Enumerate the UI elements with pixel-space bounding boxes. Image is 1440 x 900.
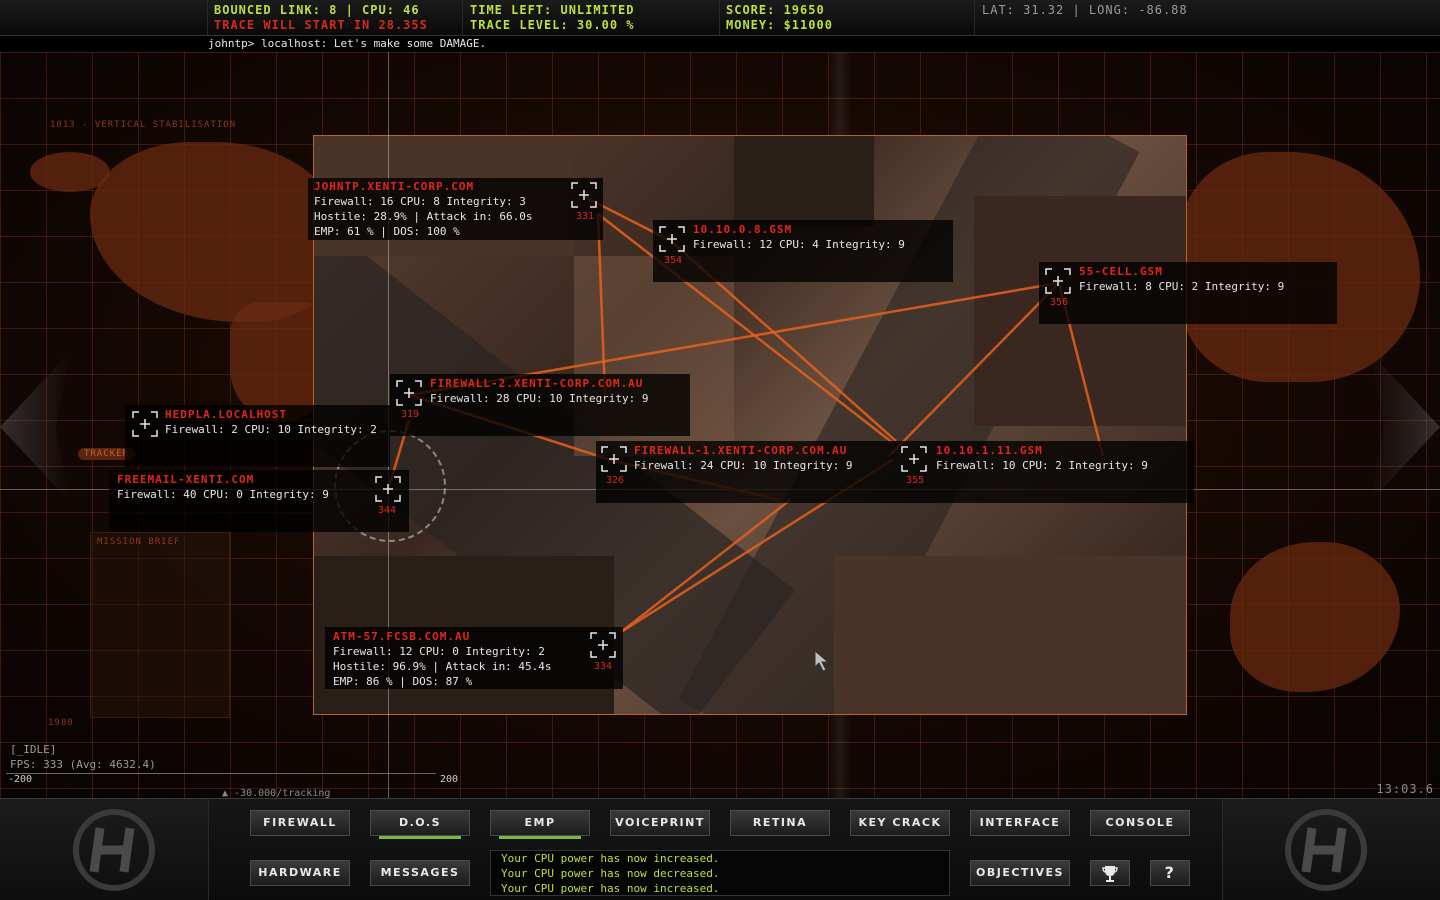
node-johntp[interactable]: JOHNTP.XENTI-CORP.COM Firewall: 16 CPU: … (308, 178, 603, 240)
network-link (620, 499, 791, 633)
target-crosshair-icon[interactable] (659, 226, 685, 252)
target-crosshair-icon[interactable] (396, 380, 422, 406)
network-link (596, 213, 607, 396)
node-firewall-2[interactable]: FIREWALL-2.XENTI-CORP.COM.AU Firewall: 2… (390, 374, 690, 436)
node-firewall-1[interactable]: FIREWALL-1.XENTI-CORP.COM.AU Firewall: 2… (596, 441, 896, 503)
node-hedpla-localhost[interactable]: HEDPLA.LOCALHOST Firewall: 2 CPU: 10 Int… (125, 405, 390, 467)
scale-left-label: -200 (8, 774, 33, 785)
hacker-evolution-logo-icon (73, 809, 155, 891)
objectives-button[interactable]: OBJECTIVES (970, 860, 1070, 886)
trophy-icon (1102, 866, 1118, 882)
node-info: Hostile: 96.9% | Attack in: 45.4s (333, 660, 552, 673)
dos-button[interactable]: D.O.S (370, 810, 470, 839)
message-log: Your CPU power has now increased. Your C… (490, 850, 950, 896)
node-info: Hostile: 28.9% | Attack in: 66.0s (314, 210, 533, 223)
node-info: Firewall: 12 CPU: 0 Integrity: 2 (333, 645, 545, 658)
help-button[interactable]: ? (1150, 860, 1190, 886)
node-info: Firewall: 8 CPU: 2 Integrity: 9 (1079, 280, 1285, 293)
node-title: FIREWALL-2.XENTI-CORP.COM.AU (430, 377, 644, 390)
node-title: FREEMAIL-XENTI.COM (117, 473, 255, 486)
node-info: Firewall: 2 CPU: 10 Integrity: 2 (165, 423, 377, 436)
trophy-button[interactable] (1090, 860, 1130, 886)
target-crosshair-icon[interactable] (375, 476, 401, 502)
idle-status: [_IDLE] (10, 743, 57, 756)
node-number: 334 (594, 661, 613, 672)
node-info: Firewall: 10 CPU: 2 Integrity: 9 (936, 459, 1148, 472)
console-button[interactable]: CONSOLE (1090, 810, 1190, 836)
node-title: 55-CELL.GSM (1079, 265, 1163, 278)
node-title: 10.10.1.11.GSM (936, 444, 1043, 457)
target-crosshair-icon[interactable] (901, 446, 927, 472)
node-number: 331 (576, 211, 595, 222)
node-number: 356 (1050, 297, 1069, 308)
node-number: 319 (401, 409, 420, 420)
node-number: 344 (378, 505, 397, 516)
scale-bar (6, 773, 436, 785)
fps-readout: FPS: 333 (Avg: 4632.4) (10, 758, 156, 771)
target-crosshair-icon[interactable] (571, 182, 597, 208)
game-clock: 13:03.6 (1376, 782, 1434, 796)
node-info: Firewall: 24 CPU: 10 Integrity: 9 (634, 459, 853, 472)
firewall-button[interactable]: FIREWALL (250, 810, 350, 836)
voiceprint-button[interactable]: VOICEPRINT (610, 810, 710, 836)
node-number: 326 (606, 475, 625, 486)
node-title: ATM-57.FCSB.COM.AU (333, 630, 471, 643)
node-number: 355 (906, 475, 925, 486)
node-info: Firewall: 40 CPU: 0 Integrity: 9 (117, 488, 329, 501)
node-number: 354 (664, 255, 683, 266)
interface-button[interactable]: INTERFACE (970, 810, 1070, 836)
node-info: EMP: 61 % | DOS: 100 % (314, 225, 460, 238)
node-55-cell[interactable]: 55-CELL.GSM Firewall: 8 CPU: 2 Integrity… (1039, 262, 1337, 324)
message-line: Your CPU power has now decreased. (501, 867, 720, 880)
node-atm-57[interactable]: ATM-57.FCSB.COM.AU Firewall: 12 CPU: 0 I… (325, 627, 623, 689)
message-line: Your CPU power has now increased. (501, 852, 720, 865)
node-title: 10.10.0.8.GSM (693, 223, 793, 236)
node-title: HEDPLA.LOCALHOST (165, 408, 287, 421)
target-crosshair-icon[interactable] (601, 446, 627, 472)
target-crosshair-icon[interactable] (132, 411, 158, 437)
node-gsm-111[interactable]: 10.10.1.11.GSM Firewall: 10 CPU: 2 Integ… (896, 441, 1194, 503)
node-title: JOHNTP.XENTI-CORP.COM (314, 180, 475, 193)
node-info: Firewall: 12 CPU: 4 Integrity: 9 (693, 238, 905, 251)
node-info: Firewall: 28 CPU: 10 Integrity: 9 (430, 392, 649, 405)
node-info: EMP: 86 % | DOS: 87 % (333, 675, 473, 688)
node-info: Firewall: 16 CPU: 8 Integrity: 3 (314, 195, 526, 208)
node-title: FIREWALL-1.XENTI-CORP.COM.AU (634, 444, 848, 457)
node-freemail[interactable]: FREEMAIL-XENTI.COM Firewall: 40 CPU: 0 I… (109, 470, 409, 532)
hacker-evolution-logo-icon (1285, 809, 1367, 891)
message-line: Your CPU power has now increased. (501, 882, 720, 895)
hardware-button[interactable]: HARDWARE (250, 860, 350, 886)
messages-button[interactable]: MESSAGES (370, 860, 470, 886)
key-crack-button[interactable]: KEY CRACK (850, 810, 950, 836)
mouse-cursor-icon (814, 650, 830, 672)
scale-right-label: 200 (440, 774, 459, 785)
target-crosshair-icon[interactable] (1045, 268, 1071, 294)
node-gsm-8[interactable]: 10.10.0.8.GSM Firewall: 12 CPU: 4 Integr… (653, 220, 953, 282)
emp-button[interactable]: EMP (490, 810, 590, 839)
retina-button[interactable]: RETINA (730, 810, 830, 836)
target-crosshair-icon[interactable] (590, 632, 616, 658)
